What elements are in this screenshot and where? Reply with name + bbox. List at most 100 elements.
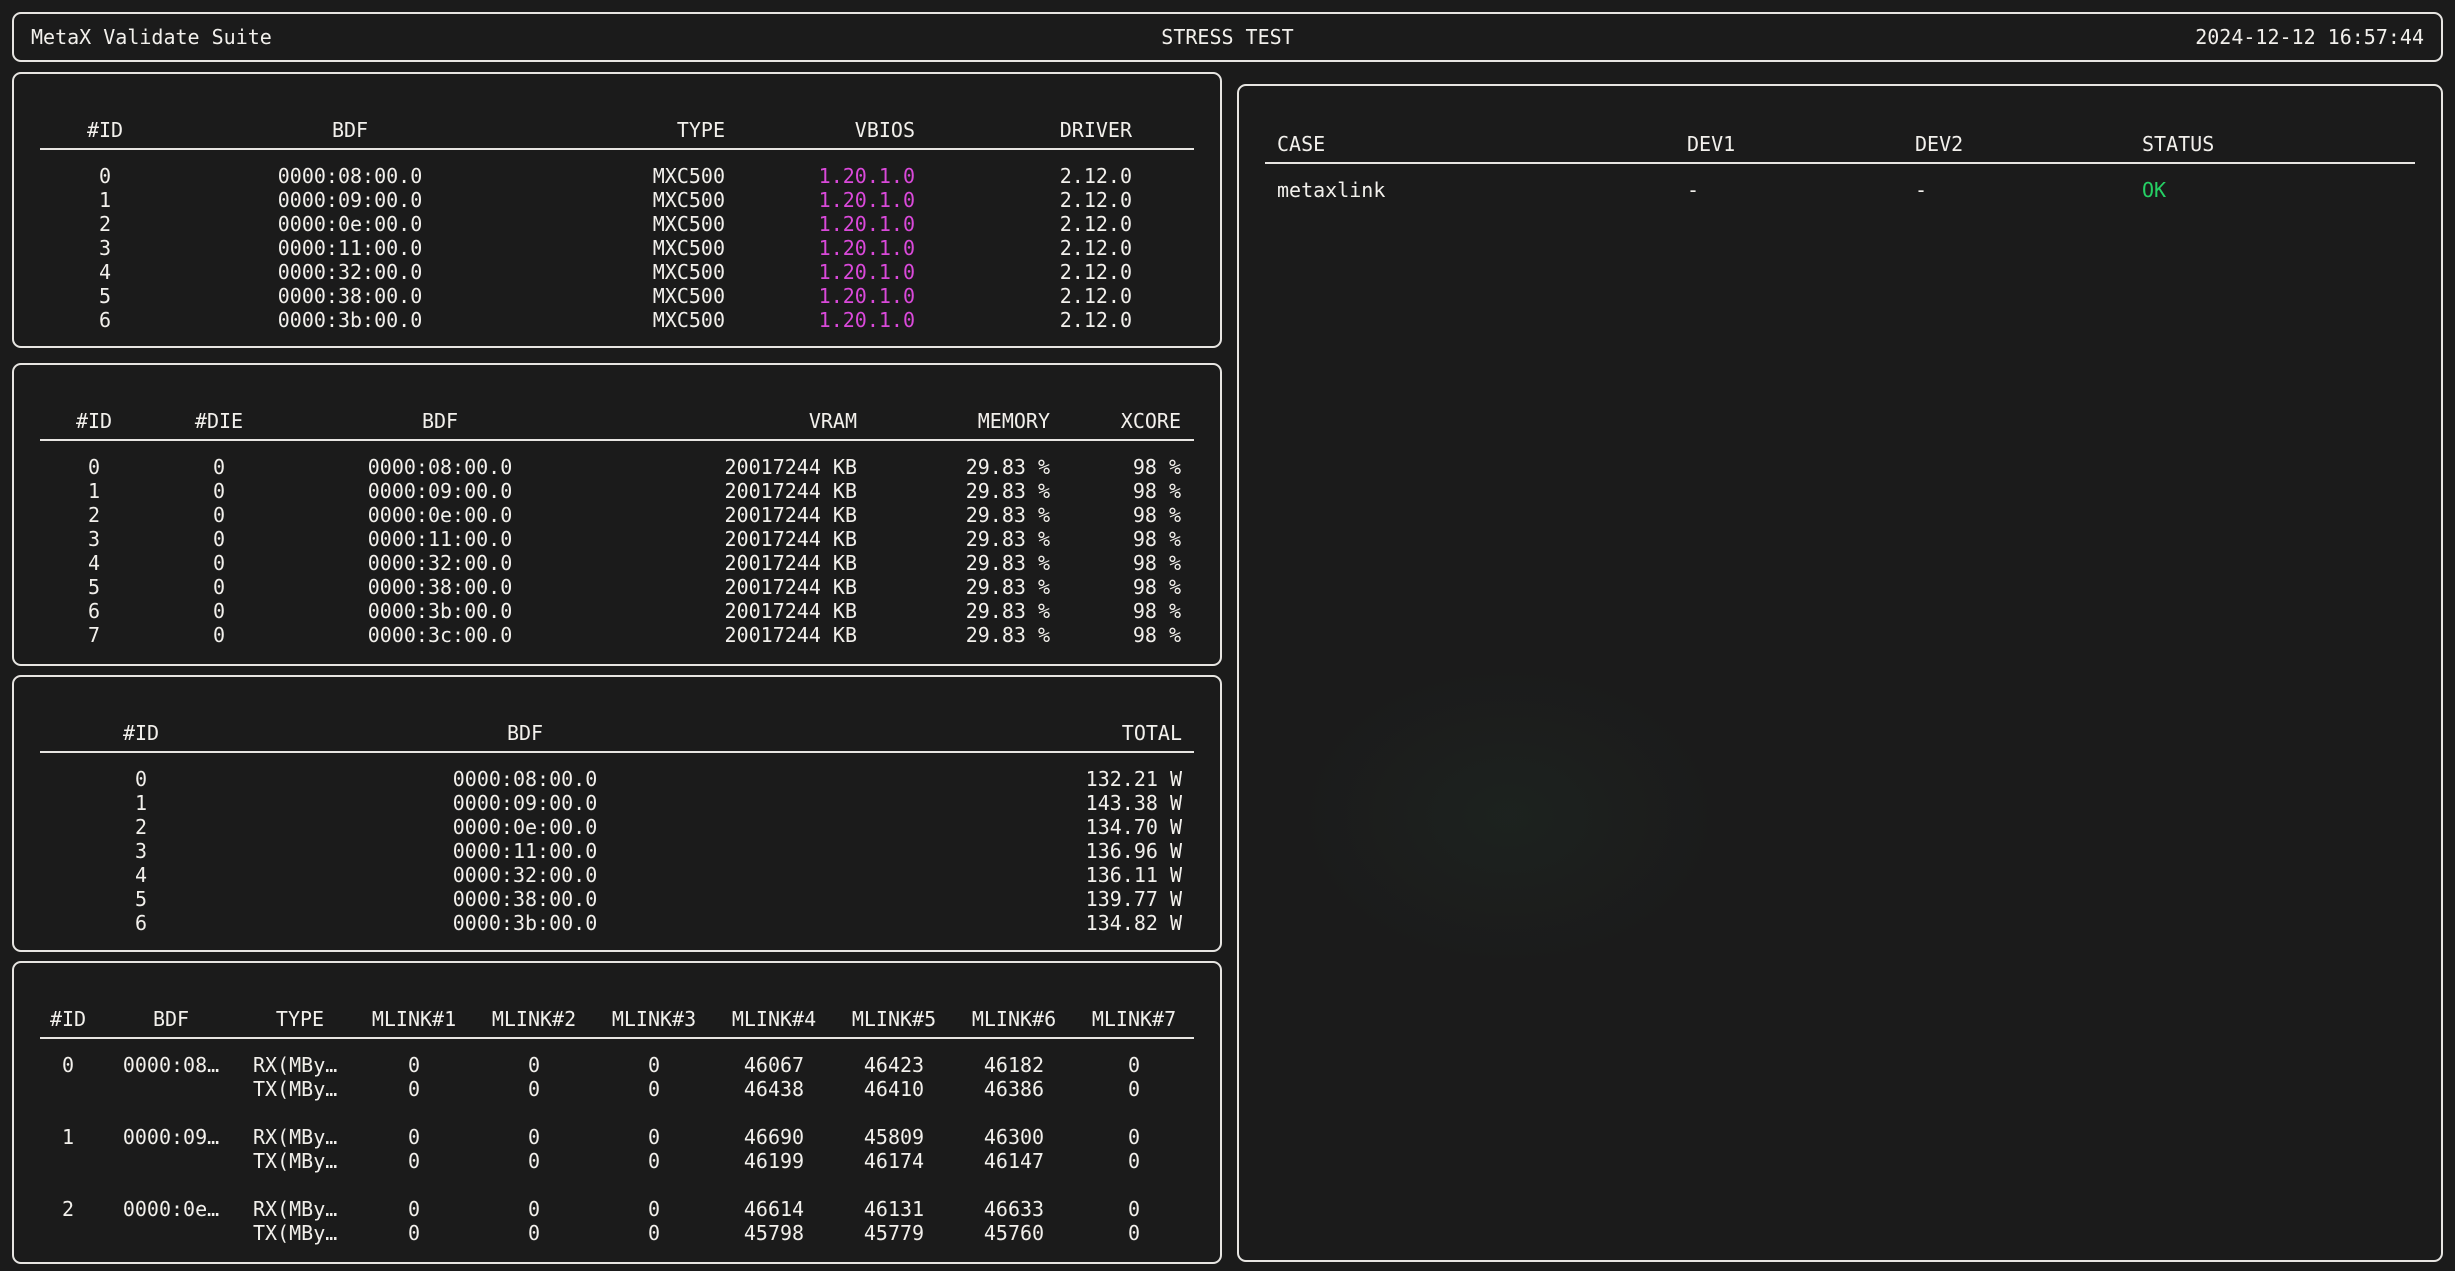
cell-mlink7: 0 bbox=[1074, 1077, 1194, 1101]
cell-die: 0 bbox=[148, 599, 290, 623]
cell-device-id: 2 bbox=[40, 503, 148, 527]
table-row: TX(MBy… 0 0 0 46199 46174 46147 0 bbox=[40, 1149, 1194, 1173]
board-power-header-row: #ID BDF TOTAL bbox=[40, 721, 1194, 745]
top-bar: MetaX Validate Suite STRESS TEST 2024-12… bbox=[12, 12, 2443, 62]
cell-bdf: 0000:09:00.0 bbox=[290, 479, 590, 503]
cell-die: 0 bbox=[148, 479, 290, 503]
cell-device-id bbox=[40, 1221, 96, 1245]
cell-memory: 29.83 % bbox=[857, 503, 1050, 527]
column-header-id: #ID bbox=[40, 1007, 96, 1031]
cell-mlink1: 0 bbox=[354, 1077, 474, 1101]
cell-bdf: 0000:32:00.0 bbox=[290, 551, 590, 575]
cell-memory: 29.83 % bbox=[857, 599, 1050, 623]
panel-usage: USAGE #ID #DIE BDF VRAM MEMORY XCORE 0 0… bbox=[12, 363, 1222, 666]
cell-type: MXC500 bbox=[530, 260, 725, 284]
cell-memory: 29.83 % bbox=[857, 455, 1050, 479]
cell-memory: 29.83 % bbox=[857, 623, 1050, 647]
cell-driver: 2.12.0 bbox=[915, 236, 1132, 260]
app-title: MetaX Validate Suite bbox=[31, 25, 272, 49]
cell-mlink6: 45760 bbox=[954, 1221, 1074, 1245]
cell-memory: 29.83 % bbox=[857, 551, 1050, 575]
cell-die: 0 bbox=[148, 503, 290, 527]
cell-type: MXC500 bbox=[530, 308, 725, 332]
table-row: 1 0 0000:09:00.0 20017244 KB 29.83 % 98 … bbox=[40, 479, 1194, 503]
table-row: 3 0000:11:00.0 136.96 W bbox=[40, 839, 1194, 863]
cell-bdf: 0000:09… bbox=[96, 1125, 246, 1149]
cell-mlink6: 46633 bbox=[954, 1197, 1074, 1221]
cell-mlink4: 46690 bbox=[714, 1125, 834, 1149]
cell-mlink7: 0 bbox=[1074, 1149, 1194, 1173]
cell-total-power: 139.77 W bbox=[808, 887, 1182, 911]
cell-mlink6: 46147 bbox=[954, 1149, 1074, 1173]
cell-vram: 20017244 KB bbox=[590, 623, 857, 647]
table-row: 6 0000:3b:00.0 MXC500 1.20.1.0 2.12.0 bbox=[40, 308, 1194, 332]
cell-bdf: 0000:11:00.0 bbox=[242, 839, 808, 863]
cell-bdf: 0000:3b:00.0 bbox=[290, 599, 590, 623]
column-header-bdf: BDF bbox=[170, 118, 530, 142]
cell-vbios: 1.20.1.0 bbox=[725, 212, 915, 236]
cell-bdf: 0000:3b:00.0 bbox=[242, 911, 808, 935]
cell-bdf: 0000:3b:00.0 bbox=[170, 308, 530, 332]
cell-mlink1: 0 bbox=[354, 1221, 474, 1245]
cell-device-id: 5 bbox=[40, 284, 170, 308]
cell-vbios: 1.20.1.0 bbox=[725, 284, 915, 308]
cell-vbios: 1.20.1.0 bbox=[725, 260, 915, 284]
cell-device-id: 7 bbox=[40, 623, 148, 647]
table-row: 7 0 0000:3c:00.0 20017244 KB 29.83 % 98 … bbox=[40, 623, 1194, 647]
cell-driver: 2.12.0 bbox=[915, 308, 1132, 332]
cell-die: 0 bbox=[148, 455, 290, 479]
cell-device-id: 0 bbox=[40, 767, 242, 791]
panel-device-list: DEVICE LIST #ID BDF TYPE VBIOS DRIVER 0 … bbox=[12, 72, 1222, 348]
cell-dev2: - bbox=[1903, 178, 2130, 202]
header-separator bbox=[40, 148, 1194, 150]
cell-bdf: 0000:08… bbox=[96, 1053, 246, 1077]
cell-bdf: 0000:32:00.0 bbox=[170, 260, 530, 284]
column-header-bdf: BDF bbox=[242, 721, 808, 745]
column-header-case: CASE bbox=[1265, 132, 1675, 156]
right-column: CASE DEV1 DEV2 STATUS metaxlink - - OK bbox=[1237, 72, 2443, 1264]
cell-vbios: 1.20.1.0 bbox=[725, 308, 915, 332]
cell-bdf: 0000:3c:00.0 bbox=[290, 623, 590, 647]
cell-device-id: 2 bbox=[40, 212, 170, 236]
cell-mlink1: 0 bbox=[354, 1149, 474, 1173]
column-header-status: STATUS bbox=[2130, 132, 2380, 156]
cell-mlink7: 0 bbox=[1074, 1125, 1194, 1149]
table-row: 2 0000:0e:00.0 134.70 W bbox=[40, 815, 1194, 839]
cell-vram: 20017244 KB bbox=[590, 575, 857, 599]
cell-mlink5: 46131 bbox=[834, 1197, 954, 1221]
cell-device-id: 2 bbox=[40, 815, 242, 839]
cell-mlink1: 0 bbox=[354, 1053, 474, 1077]
cell-driver: 2.12.0 bbox=[915, 188, 1132, 212]
cell-device-id: 3 bbox=[40, 236, 170, 260]
table-row: 0 0000:08:00.0 MXC500 1.20.1.0 2.12.0 bbox=[40, 164, 1194, 188]
cell-bdf: 0000:38:00.0 bbox=[170, 284, 530, 308]
column-header-id: #ID bbox=[40, 721, 242, 745]
cell-type: MXC500 bbox=[530, 188, 725, 212]
cell-mlink4: 45798 bbox=[714, 1221, 834, 1245]
cell-case-name: metaxlink bbox=[1265, 178, 1675, 202]
cell-device-id: 4 bbox=[40, 551, 148, 575]
cell-mlink2: 0 bbox=[474, 1077, 594, 1101]
cell-type: MXC500 bbox=[530, 284, 725, 308]
device-list-header-row: #ID BDF TYPE VBIOS DRIVER bbox=[40, 118, 1194, 142]
column-header-id: #ID bbox=[40, 118, 170, 142]
cell-device-id: 3 bbox=[40, 839, 242, 863]
cell-vbios: 1.20.1.0 bbox=[725, 188, 915, 212]
cell-device-id: 6 bbox=[40, 599, 148, 623]
usage-rows: 0 0 0000:08:00.0 20017244 KB 29.83 % 98 … bbox=[40, 455, 1194, 647]
cell-xcore: 98 % bbox=[1050, 551, 1181, 575]
cell-bdf: 0000:38:00.0 bbox=[242, 887, 808, 911]
cell-direction-type: TX(MBy… bbox=[246, 1221, 354, 1245]
cell-total-power: 143.38 W bbox=[808, 791, 1182, 815]
column-header-bdf: BDF bbox=[96, 1007, 246, 1031]
table-row: 0 0000:08… RX(MBy… 0 0 0 46067 46423 461… bbox=[40, 1053, 1194, 1077]
cell-mlink3: 0 bbox=[594, 1149, 714, 1173]
cell-mlink5: 46174 bbox=[834, 1149, 954, 1173]
cell-mlink2: 0 bbox=[474, 1053, 594, 1077]
table-row: 1 0000:09:00.0 MXC500 1.20.1.0 2.12.0 bbox=[40, 188, 1194, 212]
cell-die: 0 bbox=[148, 527, 290, 551]
cell-xcore: 98 % bbox=[1050, 527, 1181, 551]
cell-xcore: 98 % bbox=[1050, 503, 1181, 527]
cell-bdf bbox=[96, 1077, 246, 1101]
cell-vbios: 1.20.1.0 bbox=[725, 236, 915, 260]
